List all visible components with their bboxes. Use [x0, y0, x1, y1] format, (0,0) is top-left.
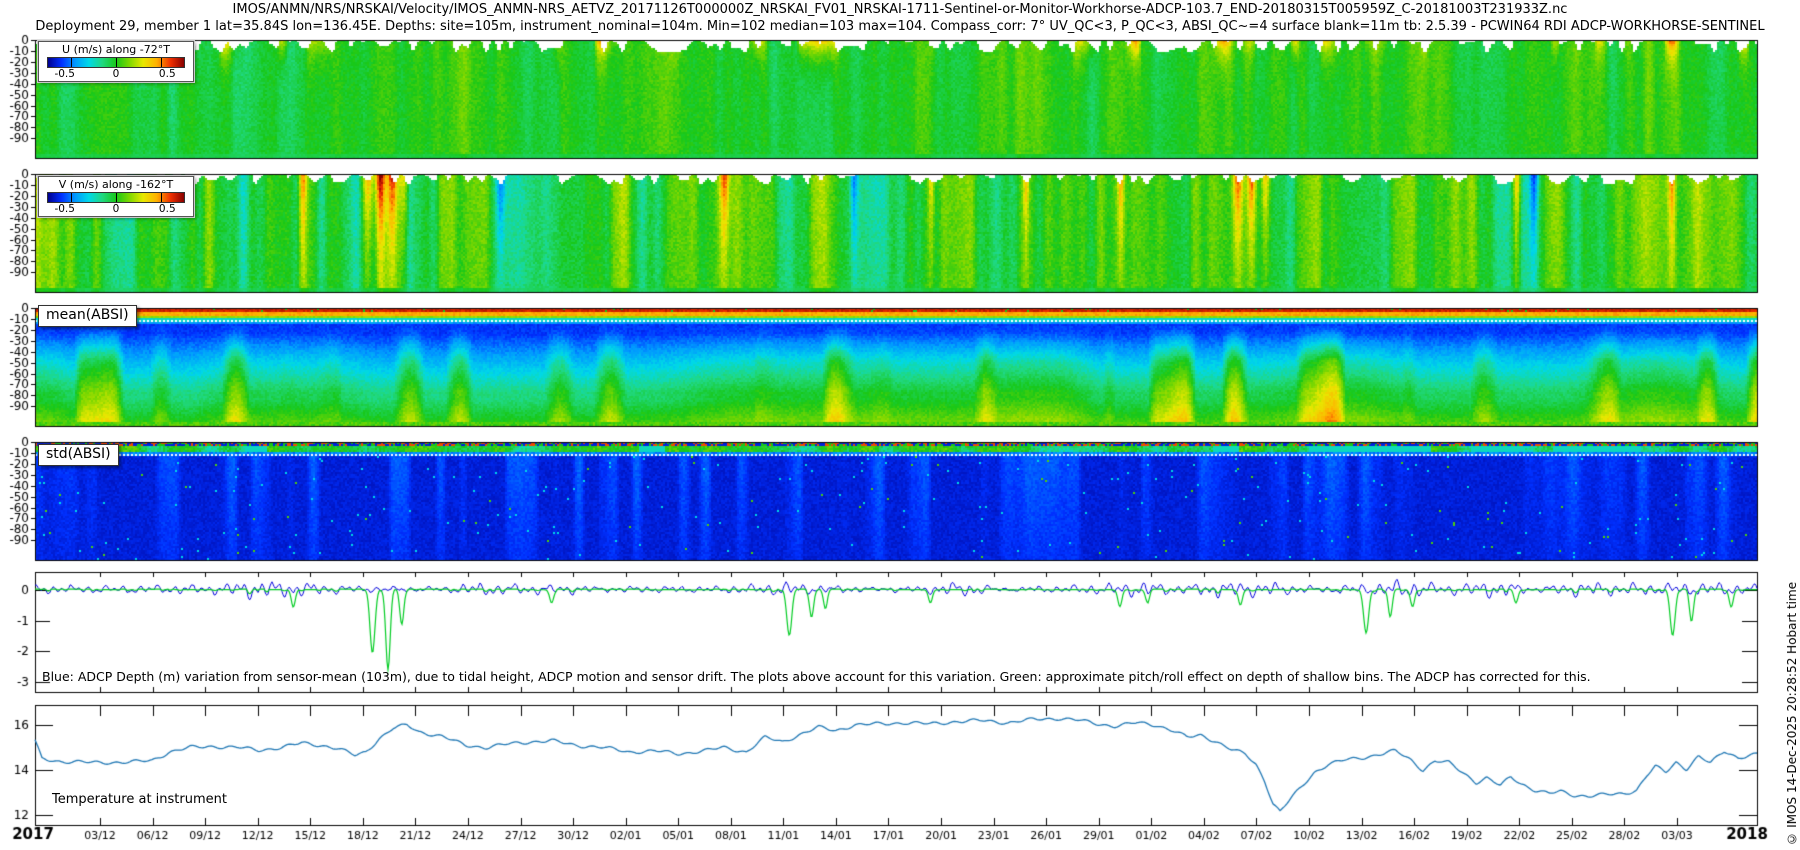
figure-title: IMOS/ANMN/NRS/NRSKAI/Velocity/IMOS_ANMN-…	[0, 2, 1800, 17]
colorbar-tick	[71, 58, 72, 67]
mean-absi-label: mean(ABSI)	[38, 305, 137, 327]
v-legend-title: V (m/s) along -162°T	[39, 178, 193, 191]
colorbar-label: -0.5	[54, 203, 75, 215]
colorbar-tick	[71, 193, 72, 202]
colorbar-label: -0.5	[54, 68, 75, 80]
copyright-stamp: © IMOS 14-Dec-2025 20:28:52 Hobart time	[1785, 582, 1799, 846]
chart-canvas	[0, 0, 1800, 850]
colorbar-label: 0.5	[159, 68, 176, 80]
colorbar-tick	[116, 193, 117, 202]
colorbar-label: 0.5	[159, 203, 176, 215]
v-velocity-legend: V (m/s) along -162°T -0.5 0 0.5	[38, 176, 194, 217]
std-absi-label: std(ABSI)	[38, 444, 119, 466]
u-colorbar	[47, 57, 185, 68]
depth-variation-annotation: Blue: ADCP Depth (m) variation from sens…	[42, 669, 1591, 684]
u-legend-title: U (m/s) along -72°T	[39, 43, 193, 56]
colorbar-label: 0	[113, 68, 120, 80]
colorbar-tick	[116, 58, 117, 67]
colorbar-label: 0	[113, 203, 120, 215]
colorbar-tick	[161, 58, 162, 67]
figure-subtitle: Deployment 29, member 1 lat=35.84S lon=1…	[0, 19, 1800, 34]
v-colorbar-labels: -0.5 0 0.5	[39, 203, 193, 216]
colorbar-tick	[161, 193, 162, 202]
u-colorbar-labels: -0.5 0 0.5	[39, 68, 193, 81]
adcp-summary-figure: IMOS/ANMN/NRS/NRSKAI/Velocity/IMOS_ANMN-…	[0, 0, 1800, 850]
temperature-label: Temperature at instrument	[52, 792, 227, 807]
u-velocity-legend: U (m/s) along -72°T -0.5 0 0.5	[38, 41, 194, 82]
v-colorbar	[47, 192, 185, 203]
